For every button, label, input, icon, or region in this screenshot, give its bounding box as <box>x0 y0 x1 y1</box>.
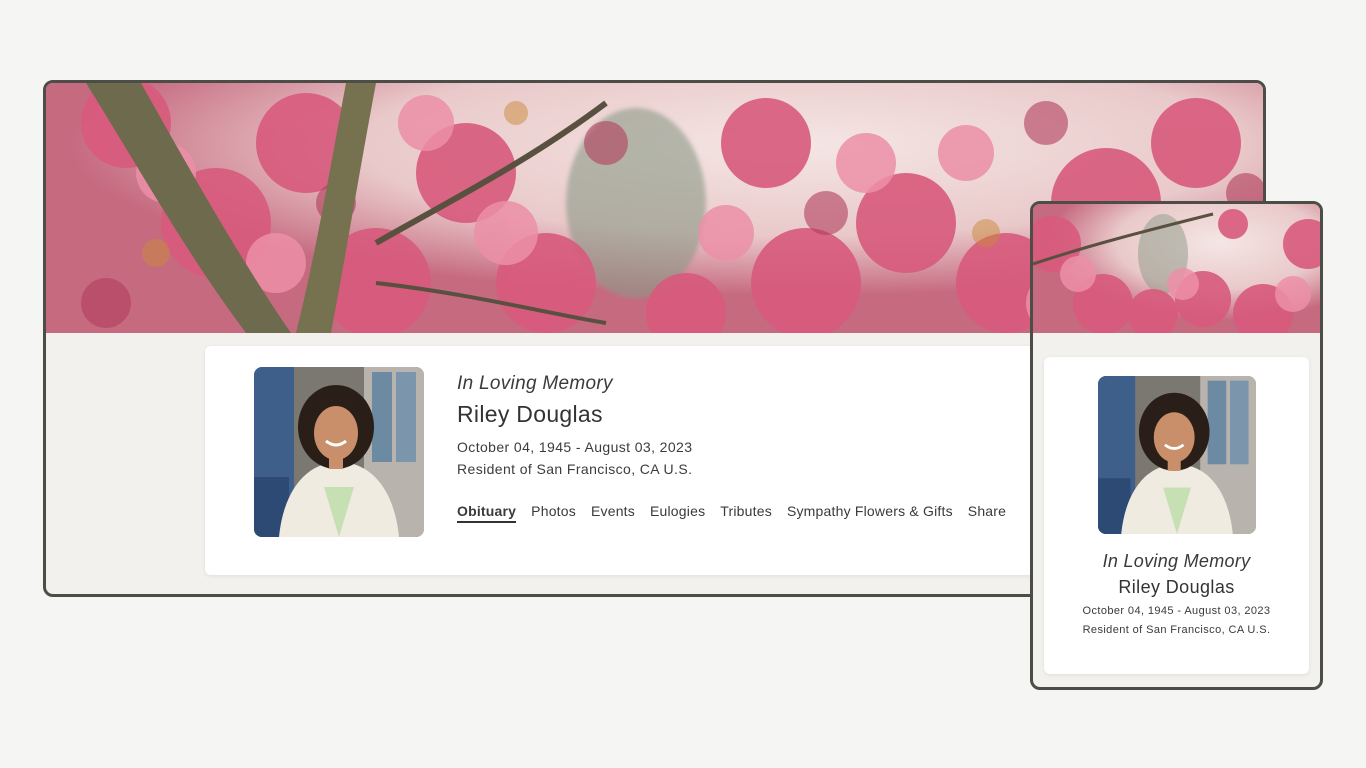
portrait-photo <box>254 367 424 537</box>
tab-photos[interactable]: Photos <box>531 503 576 523</box>
mobile-memorial-card: In Loving Memory Riley Douglas October 0… <box>1044 357 1309 674</box>
deceased-name: Riley Douglas <box>457 401 603 427</box>
life-dates: October 04, 1945 - August 03, 2023 <box>457 439 693 455</box>
mobile-life-dates: October 04, 1945 - August 03, 2023 <box>1082 605 1271 617</box>
tab-sympathy-flowers-gifts[interactable]: Sympathy Flowers & Gifts <box>787 503 953 523</box>
tab-tributes[interactable]: Tributes <box>720 503 772 523</box>
mobile-portrait-photo <box>1098 376 1256 534</box>
in-loving-memory-heading: In Loving Memory <box>457 373 613 394</box>
memorial-info: In Loving Memory Riley Douglas October 0… <box>457 373 692 477</box>
residence: Resident of San Francisco, CA U.S. <box>457 461 693 477</box>
mobile-memorial-info: In Loving Memory Riley Douglas October 0… <box>1044 551 1309 636</box>
tab-obituary[interactable]: Obituary <box>457 503 517 523</box>
tab-eulogies[interactable]: Eulogies <box>650 503 705 523</box>
tab-share[interactable]: Share <box>968 503 1006 523</box>
memorial-nav-tabs: Obituary Photos Events Eulogies Tributes… <box>457 503 1006 523</box>
mobile-deceased-name: Riley Douglas <box>1118 577 1235 597</box>
mobile-residence: Resident of San Francisco, CA U.S. <box>1082 624 1271 636</box>
mobile-preview-frame: In Loving Memory Riley Douglas October 0… <box>1030 201 1323 690</box>
tab-events[interactable]: Events <box>591 503 635 523</box>
mobile-cover-banner-image <box>1033 204 1320 333</box>
mobile-in-loving-memory-heading: In Loving Memory <box>1102 551 1251 571</box>
